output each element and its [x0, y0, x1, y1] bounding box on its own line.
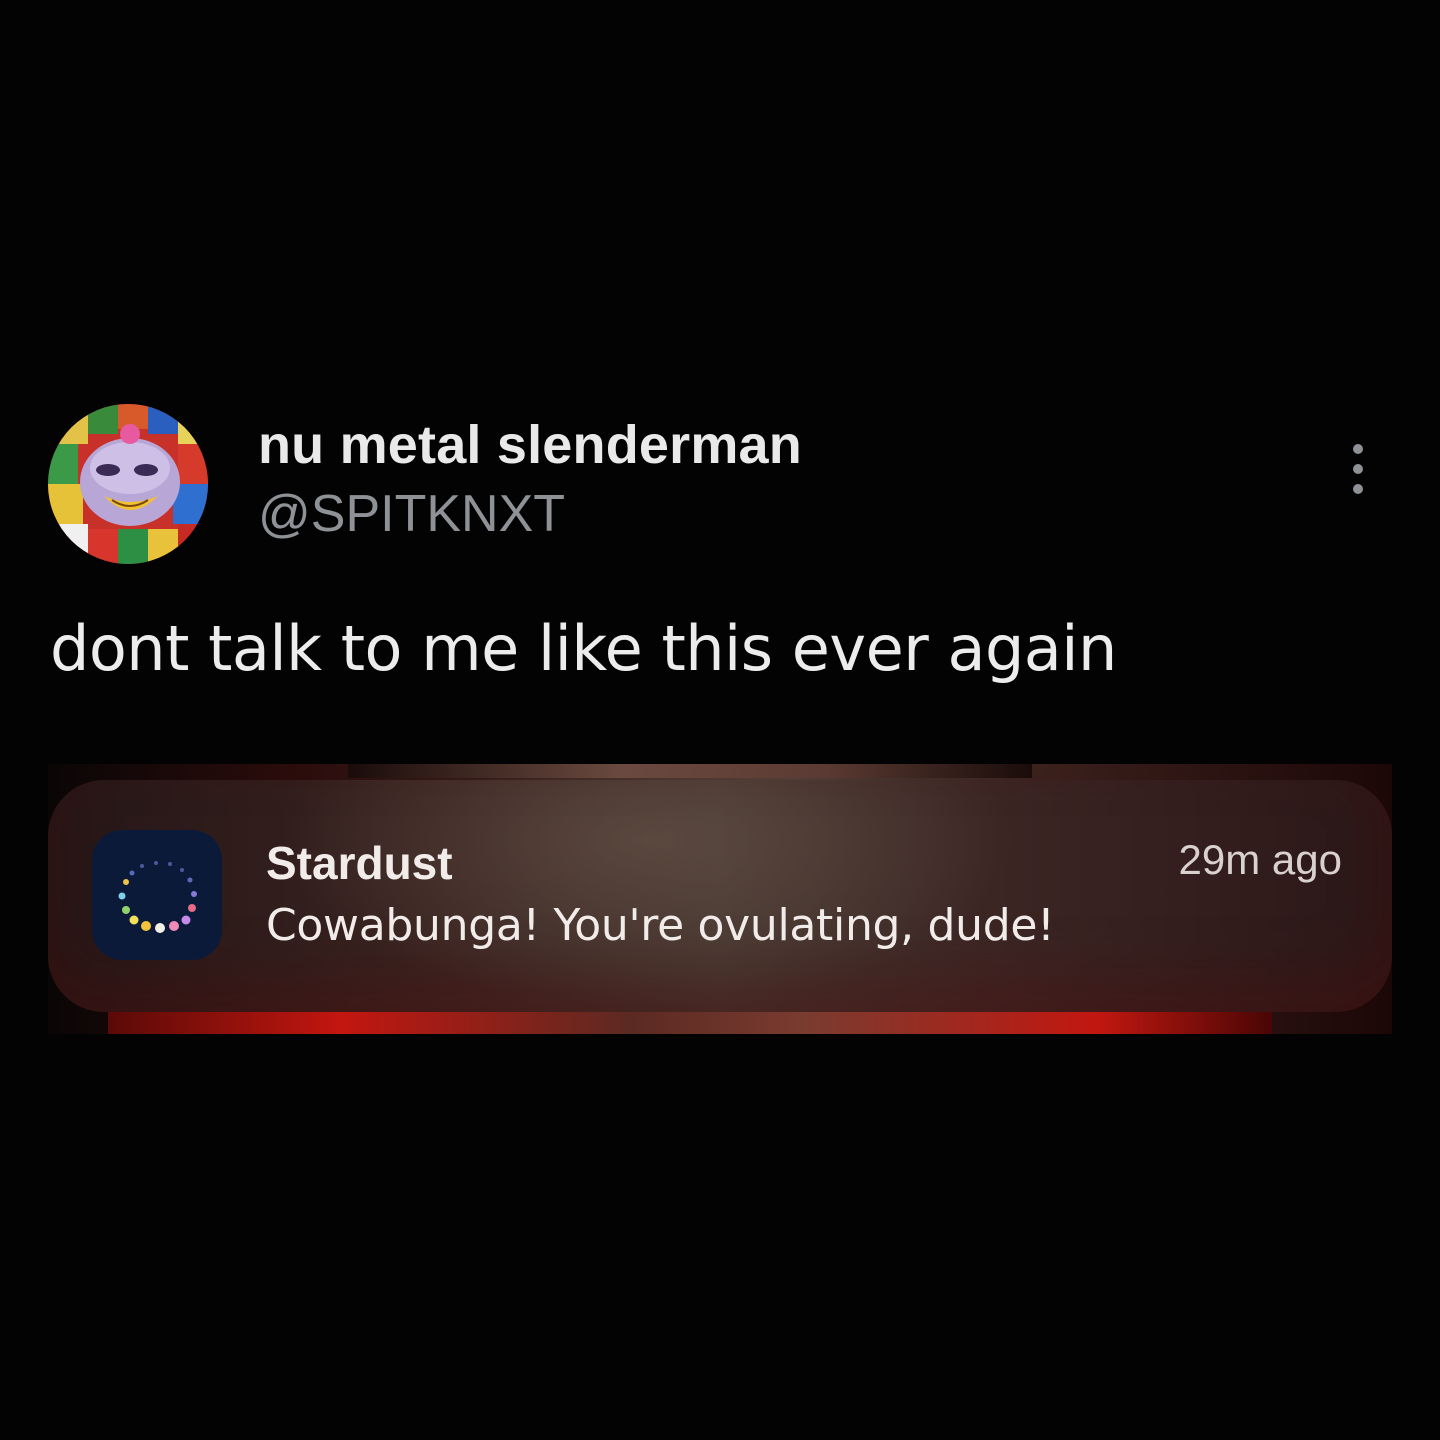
- more-options-icon[interactable]: [1348, 444, 1370, 494]
- notification-card[interactable]: Stardust 29m ago Cowabunga! You're ovula…: [48, 780, 1392, 1012]
- stardust-app-icon: [92, 830, 222, 960]
- notification-app-name: Stardust: [266, 837, 453, 889]
- notification-message: Cowabunga! You're ovulating, dude!: [266, 900, 1055, 951]
- display-name[interactable]: nu metal slenderman: [258, 414, 802, 476]
- tweet-text: dont talk to me like this ever again: [50, 612, 1117, 685]
- screenshot-page: nu metal slenderman @SPITKNXT dont talk …: [0, 0, 1440, 1440]
- jester-avatar-icon: [48, 404, 208, 564]
- image-top-edge: [348, 764, 1032, 778]
- notification-timestamp: 29m ago: [1178, 836, 1342, 883]
- avatar[interactable]: [48, 404, 208, 564]
- user-handle[interactable]: @SPITKNXT: [258, 484, 565, 544]
